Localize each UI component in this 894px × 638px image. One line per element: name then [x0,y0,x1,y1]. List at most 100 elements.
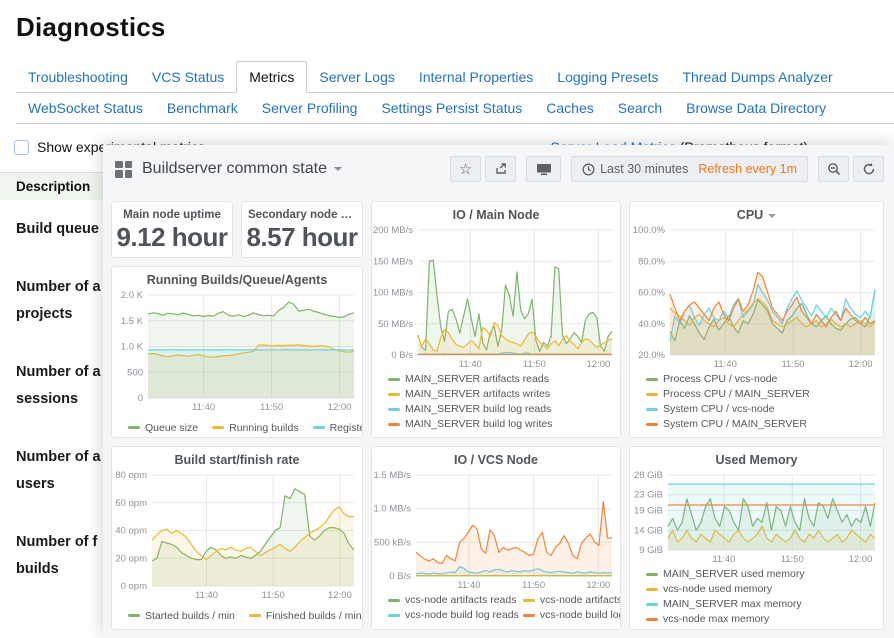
io-main-node-chart[interactable]: 200 MB/s150 MB/s100 MB/s50 MB/s0 B/s11:4… [372,224,620,370]
table-row: Number of fbuilds [16,529,112,583]
svg-text:40 opm: 40 opm [115,526,147,537]
legend-swatch-icon [388,393,400,396]
legend-item[interactable]: vcs-node used memory [646,583,875,595]
legend-label: vcs-node max memory [663,613,769,625]
panel-used-memory: Used Memory 28 GiB23 GiB19 GiB14 GiB9 Gi… [629,446,884,630]
legend-item[interactable]: MAIN_SERVER artifacts writes [388,388,612,400]
panel-io-main-node: IO / Main Node 200 MB/s150 MB/s100 MB/s5… [371,201,621,438]
dashboard-title[interactable]: Buildserver common state [142,160,327,178]
legend-item[interactable]: vcs-node artifacts reads [388,594,519,606]
svg-text:1.5 K: 1.5 K [121,316,144,327]
tab-logging-presets[interactable]: Logging Presets [545,62,670,92]
legend-label: vcs-node used memory [663,583,772,595]
legend-swatch-icon [646,408,658,411]
dashboard-title-caret-icon [334,167,342,171]
svg-text:12:00: 12:00 [328,590,352,601]
legend-item[interactable]: System CPU / MAIN_SERVER [646,418,875,430]
legend-label: MAIN_SERVER artifacts reads [405,373,549,385]
legend-item[interactable]: MAIN_SERVER artifacts reads [388,373,612,385]
panel-main-node-uptime[interactable]: Main node uptime 9.12 hour [111,201,233,258]
zoom-out-button[interactable] [818,156,849,182]
legend-swatch-icon [249,614,261,617]
tab-caches[interactable]: Caches [534,93,605,123]
io-vcs-node-chart[interactable]: 1.5 MB/s1.0 MB/s500 kB/s0 B/s11:4011:501… [372,469,620,591]
legend-swatch-icon [388,599,400,602]
svg-text:12:00: 12:00 [587,359,611,370]
legend-label: vcs-node build log reads [405,609,519,621]
page-title: Diagnostics [0,0,894,43]
legend-item[interactable]: Finished builds / min [249,610,362,622]
dashboard-column-left: Main node uptime 9.12 hour Secondary nod… [111,201,363,630]
legend-item[interactable]: MAIN_SERVER build log writes [388,418,612,430]
legend-label: vcs-node artifacts reads [405,594,516,606]
legend-item[interactable]: Process CPU / MAIN_SERVER [646,388,875,400]
monitor-icon [536,163,552,176]
share-button[interactable] [485,156,516,182]
svg-text:0: 0 [138,393,143,404]
tab-thread-dumps-analyzer[interactable]: Thread Dumps Analyzer [670,62,844,92]
legend-swatch-icon [646,393,658,396]
tab-benchmark[interactable]: Benchmark [155,93,250,123]
tab-search[interactable]: Search [606,93,674,123]
tab-troubleshooting[interactable]: Troubleshooting [16,62,140,92]
legend-label: Finished builds / min [266,610,362,622]
refresh-dashboard-button[interactable] [853,156,884,182]
cpu-title-text: CPU [737,208,763,222]
panel-title[interactable]: Used Memory [630,447,883,469]
dashboard-grid-icon[interactable] [115,161,132,178]
table-row: Number of asessions [16,359,112,413]
legend-swatch-icon [646,618,658,621]
svg-text:12:00: 12:00 [849,554,873,565]
legend-item[interactable]: Running builds [212,422,298,434]
table-row: Number of ausers [16,444,112,498]
legend-item[interactable]: vcs-node max memory [646,613,875,625]
star-icon: ☆ [459,162,472,177]
svg-text:60.0%: 60.0% [638,288,665,299]
legend-item[interactable]: Started builds / min [128,610,235,622]
svg-text:12:00: 12:00 [328,402,352,413]
panel-title[interactable]: Build start/finish rate [112,447,362,469]
tab-settings-persist-status[interactable]: Settings Persist Status [369,93,534,123]
legend-label: MAIN_SERVER build log writes [405,418,552,430]
tab-websocket-status[interactable]: WebSocket Status [16,93,155,123]
cpu-title-caret-icon [768,214,776,218]
legend-item[interactable]: vcs-node build log reads [388,609,519,621]
tab-internal-properties[interactable]: Internal Properties [407,62,545,92]
table-row: Number of aprojects [16,274,112,328]
panel-title[interactable]: Running Builds/Queue/Agents [112,267,362,289]
running-builds-chart[interactable]: 2.0 K1.5 K1.0 K500011:4011:5012:00 [112,289,362,413]
tv-mode-button[interactable] [526,156,561,182]
legend-item[interactable]: Registered agents [313,422,363,434]
legend-item[interactable]: MAIN_SERVER max memory [646,598,875,610]
legend-item[interactable]: Queue size [128,422,198,434]
tab-vcs-status[interactable]: VCS Status [140,62,236,92]
time-range-button[interactable]: Last 30 minutes Refresh every 1m [571,156,808,182]
svg-text:1.0 K: 1.0 K [121,342,144,353]
tab-server-logs[interactable]: Server Logs [307,62,406,92]
legend-item[interactable]: System CPU / vcs-node [646,403,875,415]
star-button[interactable]: ☆ [450,156,481,182]
panel-title[interactable]: IO / Main Node [372,202,620,224]
panel-title[interactable]: CPU [630,202,883,224]
legend-item[interactable]: MAIN_SERVER build log reads [388,403,612,415]
tab-server-profiling[interactable]: Server Profiling [250,93,370,123]
used-memory-chart[interactable]: 28 GiB23 GiB19 GiB14 GiB9 GiB11:4011:501… [630,469,883,565]
legend-item[interactable]: Process CPU / vcs-node [646,373,875,385]
svg-text:80 opm: 80 opm [115,470,147,481]
panel-title[interactable]: IO / VCS Node [372,447,620,469]
tab-browse-data-directory[interactable]: Browse Data Directory [674,93,838,123]
panel-secondary-node-uptime[interactable]: Secondary node u… 8.57 hour [241,201,363,258]
running-builds-legend: Queue size Running builds Registered agent… [112,413,362,438]
svg-text:150 MB/s: 150 MB/s [373,256,413,267]
stat-value: 8.57 hour [242,222,362,253]
legend-item[interactable]: MAIN_SERVER used memory [646,568,875,580]
legend-item[interactable]: vcs-node build log writes [523,609,621,621]
show-experimental-checkbox[interactable] [14,140,29,155]
legend-swatch-icon [646,423,658,426]
table-row: Build queue [16,216,112,243]
cpu-chart[interactable]: 100.0%80.0%60.0%40.0%20.0%11:4011:5012:0… [630,224,883,370]
legend-item[interactable]: vcs-node artifacts writes [523,594,621,606]
tab-metrics[interactable]: Metrics [236,61,307,93]
svg-text:11:40: 11:40 [712,554,735,565]
build-rate-chart[interactable]: 80 opm60 opm40 opm20 opm0 opm11:4011:501… [112,469,362,601]
